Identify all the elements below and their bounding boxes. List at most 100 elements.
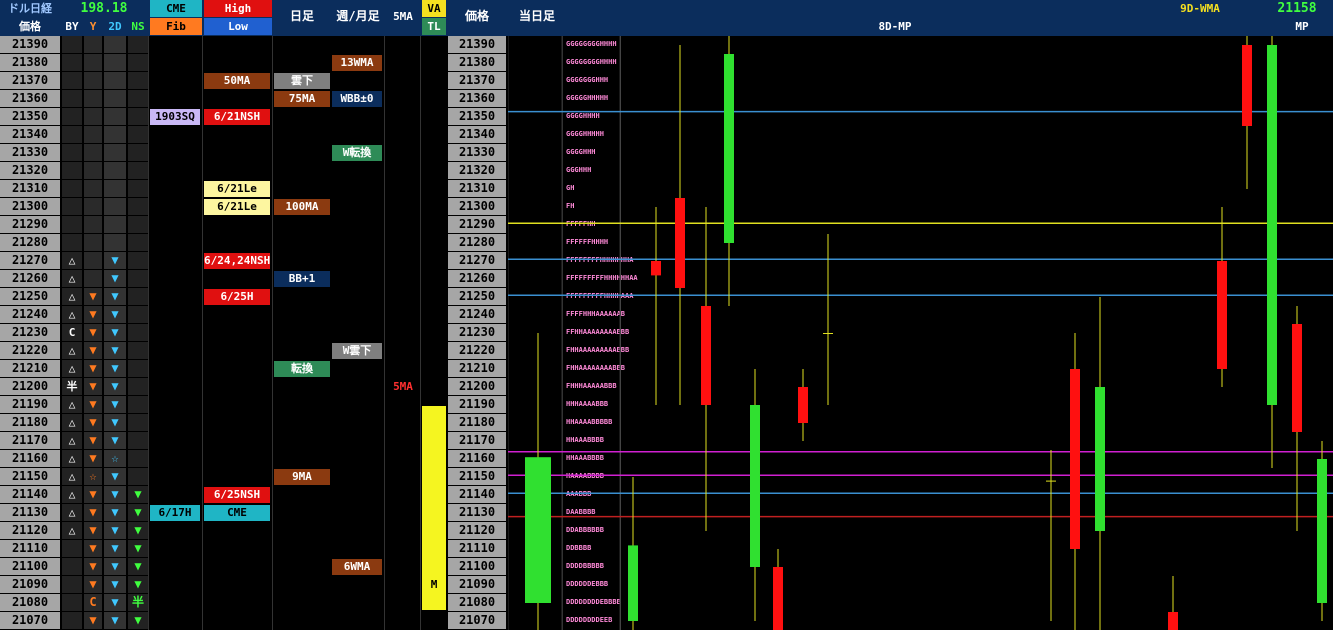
by-cell: △: [62, 432, 82, 449]
y-cell: ▼: [84, 432, 102, 449]
y-cell: [84, 144, 102, 161]
y-cell: [84, 108, 102, 125]
ns-cell: [128, 324, 148, 341]
price-cell: 21230: [0, 324, 60, 341]
y-cell: ▼: [84, 414, 102, 431]
2d-cell: [104, 198, 126, 215]
y-cell: [84, 162, 102, 179]
2d-cell: ▼: [104, 414, 126, 431]
price-cell: 21130: [0, 504, 60, 521]
2d-cell: ▼: [104, 540, 126, 557]
by-cell: [62, 162, 82, 179]
y-cell: ▼: [84, 378, 102, 395]
ns-cell: ▼: [128, 486, 148, 503]
price-cell-right: 21380: [448, 54, 506, 71]
by-cell: [62, 612, 82, 629]
price-cell-right: 21140: [448, 486, 506, 503]
y-cell: ▼: [84, 360, 102, 377]
ns-cell: [128, 252, 148, 269]
y-cell: ▼: [84, 396, 102, 413]
2d-cell: [104, 216, 126, 233]
8d-mp-header: 8D-MP: [878, 20, 912, 33]
y-cell: ▼: [84, 504, 102, 521]
price-cell-right: 21160: [448, 450, 506, 467]
2d-cell: ▼: [104, 360, 126, 377]
ns-cell: ▼: [128, 504, 148, 521]
candle-body: [1070, 369, 1080, 549]
by-header: BY: [65, 20, 79, 33]
ns-cell: ▼: [128, 522, 148, 539]
high-low-tag: 6/24,24NSH: [204, 253, 271, 269]
by-cell: △: [62, 504, 82, 521]
candle-body: [1095, 387, 1105, 531]
2d-cell: [104, 90, 126, 107]
weekly-tag: WBB±0: [332, 91, 382, 107]
2d-cell: ▼: [104, 504, 126, 521]
low-header: Low: [204, 18, 272, 35]
by-cell: △: [62, 522, 82, 539]
price-cell: 21090: [0, 576, 60, 593]
mp-value: 21158: [1277, 1, 1317, 16]
by-cell: [62, 54, 82, 71]
y-cell: ▼: [84, 558, 102, 575]
by-cell: △: [62, 360, 82, 377]
by-cell: 半: [62, 378, 82, 395]
2d-cell: [104, 180, 126, 197]
price-cell-right: 21310: [448, 180, 506, 197]
ns-cell: [128, 126, 148, 143]
y-cell: [84, 72, 102, 89]
by-cell: [62, 108, 82, 125]
by-cell: △: [62, 252, 82, 269]
by-cell: C: [62, 324, 82, 341]
by-cell: △: [62, 486, 82, 503]
high-low-tag: CME: [204, 505, 270, 521]
price-cell-right: 21090: [448, 576, 506, 593]
price-cell-right: 21120: [448, 522, 506, 539]
price-cell-right: 21070: [448, 612, 506, 629]
price-cell-right: 21200: [448, 378, 506, 395]
price-cell-right: 21190: [448, 396, 506, 413]
2d-cell: ▼: [104, 396, 126, 413]
2d-cell: ▼: [104, 288, 126, 305]
weekly-tag: W転換: [332, 145, 382, 161]
cme-tag: 6/17H: [150, 505, 200, 521]
price-cell: 21190: [0, 396, 60, 413]
2d-cell: [104, 234, 126, 251]
by-cell: △: [62, 306, 82, 323]
y-cell: ▼: [84, 576, 102, 593]
price-cell: 21220: [0, 342, 60, 359]
price-cell: 21110: [0, 540, 60, 557]
y-cell: [84, 216, 102, 233]
by-cell: [62, 540, 82, 557]
va-header: VA: [422, 0, 446, 17]
tl-header: TL: [422, 18, 446, 35]
weekly-tag: W雲下: [332, 343, 382, 359]
2d-cell: ▼: [104, 576, 126, 593]
2d-cell: ▼: [104, 306, 126, 323]
daily-tag: 75MA: [274, 91, 330, 107]
ns-cell: [128, 378, 148, 395]
price-cell: 21390: [0, 36, 60, 53]
price-cell-right: 21350: [448, 108, 506, 125]
y-cell: ▼: [84, 522, 102, 539]
ns-cell: [128, 144, 148, 161]
price-cell: 21250: [0, 288, 60, 305]
by-cell: [62, 216, 82, 233]
price-cell-right: 21360: [448, 90, 506, 107]
price-cell: 21380: [0, 54, 60, 71]
high-low-tag: 6/25H: [204, 289, 270, 305]
by-cell: [62, 90, 82, 107]
price-cell: 21350: [0, 108, 60, 125]
price-cell-right: 21150: [448, 468, 506, 485]
price-cell: 21080: [0, 594, 60, 611]
price-cell: 21140: [0, 486, 60, 503]
price-cell: 21370: [0, 72, 60, 89]
ns-cell: [128, 54, 148, 71]
2d-cell: ▼: [104, 522, 126, 539]
2d-cell: ▼: [104, 342, 126, 359]
2d-cell: [104, 36, 126, 53]
ns-cell: [128, 414, 148, 431]
price-cell-right: 21270: [448, 252, 506, 269]
price-cell-right: 21260: [448, 270, 506, 287]
ns-cell: [128, 432, 148, 449]
